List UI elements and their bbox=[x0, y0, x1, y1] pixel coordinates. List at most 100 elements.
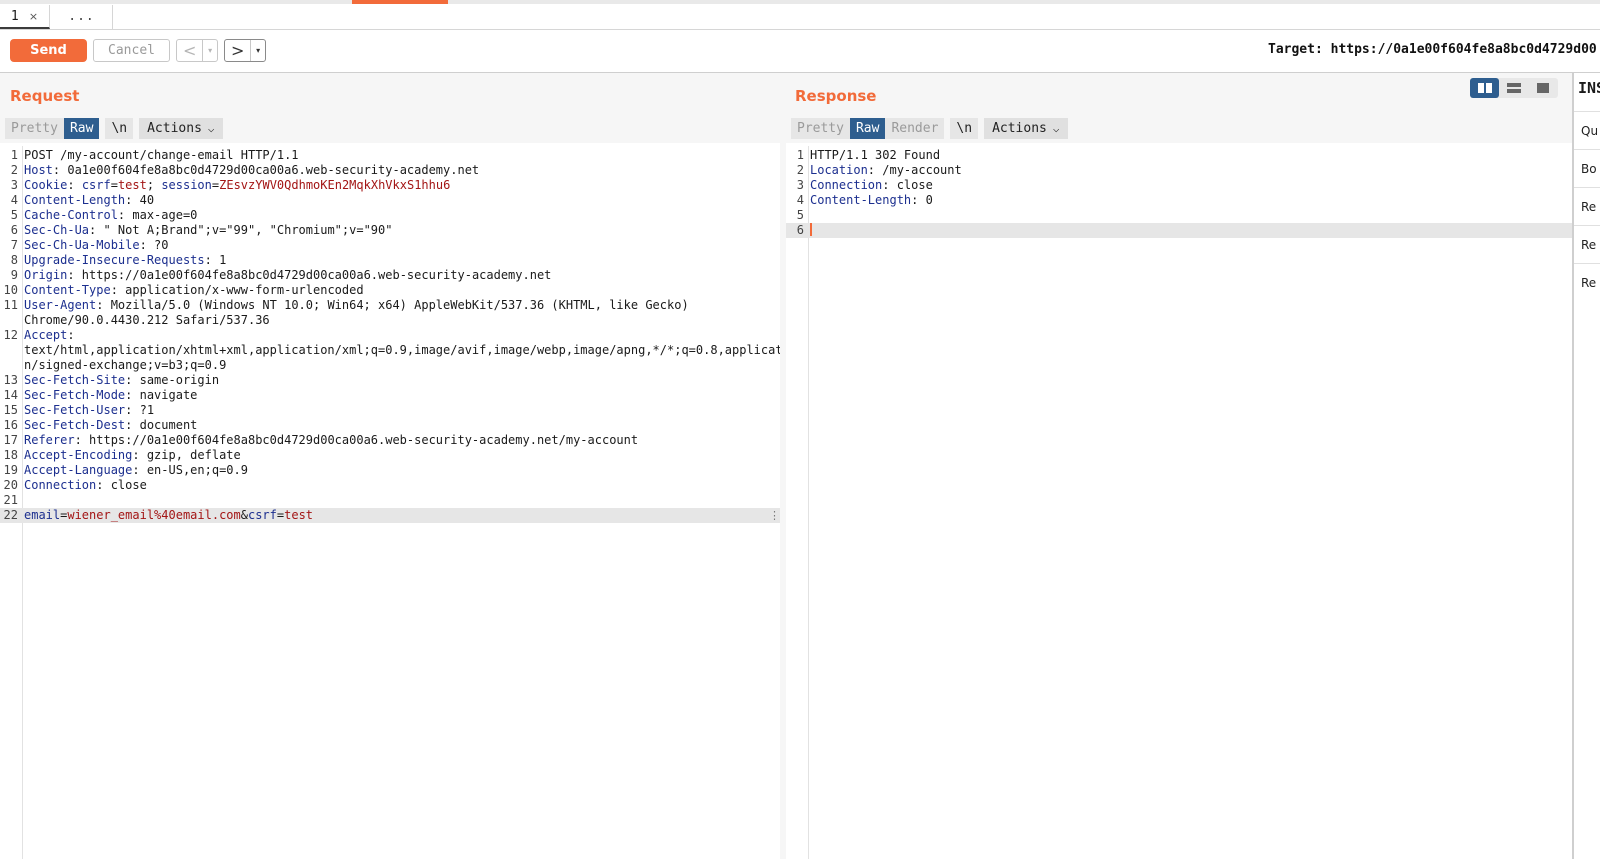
text-segment: : en-US,en;q=0.9 bbox=[132, 463, 248, 477]
line-number: 18 bbox=[3, 448, 18, 462]
response-tab-render[interactable]: Render bbox=[885, 118, 945, 139]
request-line[interactable]: Chrome/90.0.4430.212 Safari/537.36 bbox=[0, 313, 780, 328]
request-line[interactable]: 3 Cookie: csrf=test; session=ZEsvzYWV0Qdh… bbox=[0, 178, 780, 193]
layout-stacked-icon[interactable] bbox=[1499, 78, 1528, 98]
request-line[interactable]: 10 Content-Type: application/x-www-form-u… bbox=[0, 283, 780, 298]
request-newline-toggle[interactable]: \n bbox=[105, 118, 134, 139]
request-title: Request bbox=[10, 87, 80, 105]
response-line[interactable]: 1 HTTP/1.1 302 Found bbox=[786, 148, 1572, 163]
inspector-item[interactable]: Re bbox=[1574, 263, 1600, 301]
request-line[interactable]: 9 Origin: https://0a1e00f604fe8a8bc0d4729… bbox=[0, 268, 780, 283]
request-line[interactable]: 22 email=wiener_email%40email.com&csrf=te… bbox=[0, 508, 780, 523]
param-value: ZEsvzYWV0QdhmoKEn2MqkXhVkxS1hhu6 bbox=[219, 178, 451, 192]
line-text: POST /my-account/change-email HTTP/1.1 bbox=[24, 148, 299, 163]
request-line[interactable]: 17 Referer: https://0a1e00f604fe8a8bc0d47… bbox=[0, 433, 780, 448]
request-line[interactable]: 18 Accept-Encoding: gzip, deflate bbox=[0, 448, 780, 463]
inspector-item[interactable]: Bo bbox=[1574, 149, 1600, 187]
tab-1-label: 1 bbox=[10, 9, 19, 24]
request-line[interactable]: 21 bbox=[0, 493, 780, 508]
text-segment: : ?1 bbox=[125, 403, 155, 417]
response-header: Response Pretty Raw Render \n Actions ⌵ bbox=[786, 73, 1572, 143]
line-text: Connection: close bbox=[24, 478, 147, 493]
inspector-item[interactable]: Re bbox=[1574, 225, 1600, 263]
layout-side-by-side-icon[interactable] bbox=[1470, 78, 1499, 98]
request-line[interactable]: 19 Accept-Language: en-US,en;q=0.9 bbox=[0, 463, 780, 478]
tab-close-icon[interactable]: × bbox=[29, 10, 38, 23]
request-actions-menu[interactable]: Actions ⌵ bbox=[139, 118, 223, 139]
response-editor[interactable]: 1 HTTP/1.1 302 Found 2 Location: /my-accoun… bbox=[786, 146, 1572, 859]
request-line[interactable]: 7 Sec-Ch-Ua-Mobile: ?0 bbox=[0, 238, 780, 253]
inspector-item[interactable]: Qu bbox=[1574, 111, 1600, 149]
text-segment: & bbox=[240, 508, 248, 522]
param-value: test bbox=[284, 508, 314, 522]
response-tab-raw[interactable]: Raw bbox=[849, 118, 886, 139]
tab-1[interactable]: 1 × bbox=[0, 5, 50, 29]
layout-single-icon[interactable] bbox=[1528, 78, 1557, 98]
request-line[interactable]: 14 Sec-Fetch-Mode: navigate bbox=[0, 388, 780, 403]
text-segment: : 1 bbox=[204, 253, 227, 267]
request-line[interactable]: 13 Sec-Fetch-Site: same-origin bbox=[0, 373, 780, 388]
request-line[interactable]: 11 User-Agent: Mozilla/5.0 (Windows NT 10… bbox=[0, 298, 780, 313]
request-line[interactable]: 4 Content-Length: 40 bbox=[0, 193, 780, 208]
request-editor[interactable]: 1 POST /my-account/change-email HTTP/1.1 2… bbox=[0, 146, 797, 859]
inspector-item[interactable]: Re bbox=[1574, 187, 1600, 225]
line-number: 20 bbox=[3, 478, 18, 492]
request-line[interactable]: 12 Accept: bbox=[0, 328, 780, 343]
request-tab-pretty[interactable]: Pretty bbox=[5, 118, 64, 139]
drag-handle-icon[interactable]: ⋮ bbox=[769, 508, 780, 523]
request-line[interactable]: 20 Connection: close bbox=[0, 478, 780, 493]
header-name: Cookie bbox=[24, 178, 68, 192]
line-text: Accept: bbox=[24, 328, 75, 343]
request-line[interactable]: 16 Sec-Fetch-Dest: document bbox=[0, 418, 780, 433]
response-line[interactable]: 3 Connection: close bbox=[786, 178, 1572, 193]
request-lines: 1 POST /my-account/change-email HTTP/1.1 2… bbox=[0, 148, 797, 523]
layout-toggle bbox=[1470, 78, 1558, 98]
line-number: 1 bbox=[10, 148, 18, 162]
request-line[interactable]: 5 Cache-Control: max-age=0 bbox=[0, 208, 780, 223]
line-number: 22 bbox=[3, 508, 18, 522]
line-number: 14 bbox=[3, 388, 18, 402]
line-text: Chrome/90.0.4430.212 Safari/537.36 bbox=[24, 313, 270, 328]
text-segment: : bbox=[67, 178, 82, 192]
forward-arrow-icon[interactable]: > bbox=[225, 40, 250, 61]
cancel-button[interactable]: Cancel bbox=[93, 39, 170, 62]
request-line[interactable]: 6 Sec-Ch-Ua: " Not A;Brand";v="99", "Chro… bbox=[0, 223, 780, 238]
request-tab-raw[interactable]: Raw bbox=[63, 118, 100, 139]
response-line[interactable]: 2 Location: /my-account bbox=[786, 163, 1572, 178]
response-line[interactable]: 6 bbox=[786, 223, 1572, 238]
line-text: Upgrade-Insecure-Requests: 1 bbox=[24, 253, 226, 268]
request-line[interactable]: 2 Host: 0a1e00f604fe8a8bc0d4729d00ca00a6.… bbox=[0, 163, 780, 178]
response-actions-menu[interactable]: Actions ⌵ bbox=[984, 118, 1068, 139]
header-name: Location bbox=[810, 163, 868, 177]
back-arrow-icon[interactable]: < bbox=[177, 40, 202, 61]
target-url[interactable]: Target: https://0a1e00f604fe8a8bc0d4729d… bbox=[1268, 42, 1597, 57]
request-line[interactable]: n/signed-exchange;v=b3;q=0.9 bbox=[0, 358, 780, 373]
text-segment: = bbox=[110, 178, 118, 192]
request-header: Request Pretty Raw \n Actions ⌵ bbox=[0, 73, 780, 143]
request-line[interactable]: 15 Sec-Fetch-User: ?1 bbox=[0, 403, 780, 418]
header-name: Sec-Fetch-Dest bbox=[24, 418, 126, 432]
response-line[interactable]: 4 Content-Length: 0 bbox=[786, 193, 1572, 208]
response-newline-toggle[interactable]: \n bbox=[950, 118, 979, 139]
line-text: Origin: https://0a1e00f604fe8a8bc0d4729d… bbox=[24, 268, 551, 283]
request-line[interactable]: text/html,application/xhtml+xml,applicat… bbox=[0, 343, 797, 358]
line-text: Sec-Fetch-Dest: document bbox=[24, 418, 197, 433]
response-line[interactable]: 5 bbox=[786, 208, 1572, 223]
text-segment: : ?0 bbox=[139, 238, 169, 252]
send-button[interactable]: Send bbox=[10, 39, 87, 62]
header-name: csrf bbox=[247, 508, 277, 522]
request-line[interactable]: 1 POST /my-account/change-email HTTP/1.1 bbox=[0, 148, 780, 163]
line-text: Content-Length: 40 bbox=[24, 193, 154, 208]
line-number: 13 bbox=[3, 373, 18, 387]
forward-nav[interactable]: > ▾ bbox=[224, 39, 266, 62]
response-tab-pretty[interactable]: Pretty bbox=[791, 118, 850, 139]
forward-dropdown-icon[interactable]: ▾ bbox=[250, 40, 265, 61]
back-nav[interactable]: < ▾ bbox=[176, 39, 218, 62]
tab-more[interactable]: ... bbox=[51, 5, 113, 29]
line-number: 6 bbox=[796, 223, 804, 237]
line-number: 4 bbox=[796, 193, 804, 207]
request-line[interactable]: 8 Upgrade-Insecure-Requests: 1 bbox=[0, 253, 780, 268]
back-dropdown-icon[interactable]: ▾ bbox=[202, 40, 217, 61]
header-name: User-Agent bbox=[24, 298, 97, 312]
line-text: Content-Length: 0 bbox=[810, 193, 933, 208]
